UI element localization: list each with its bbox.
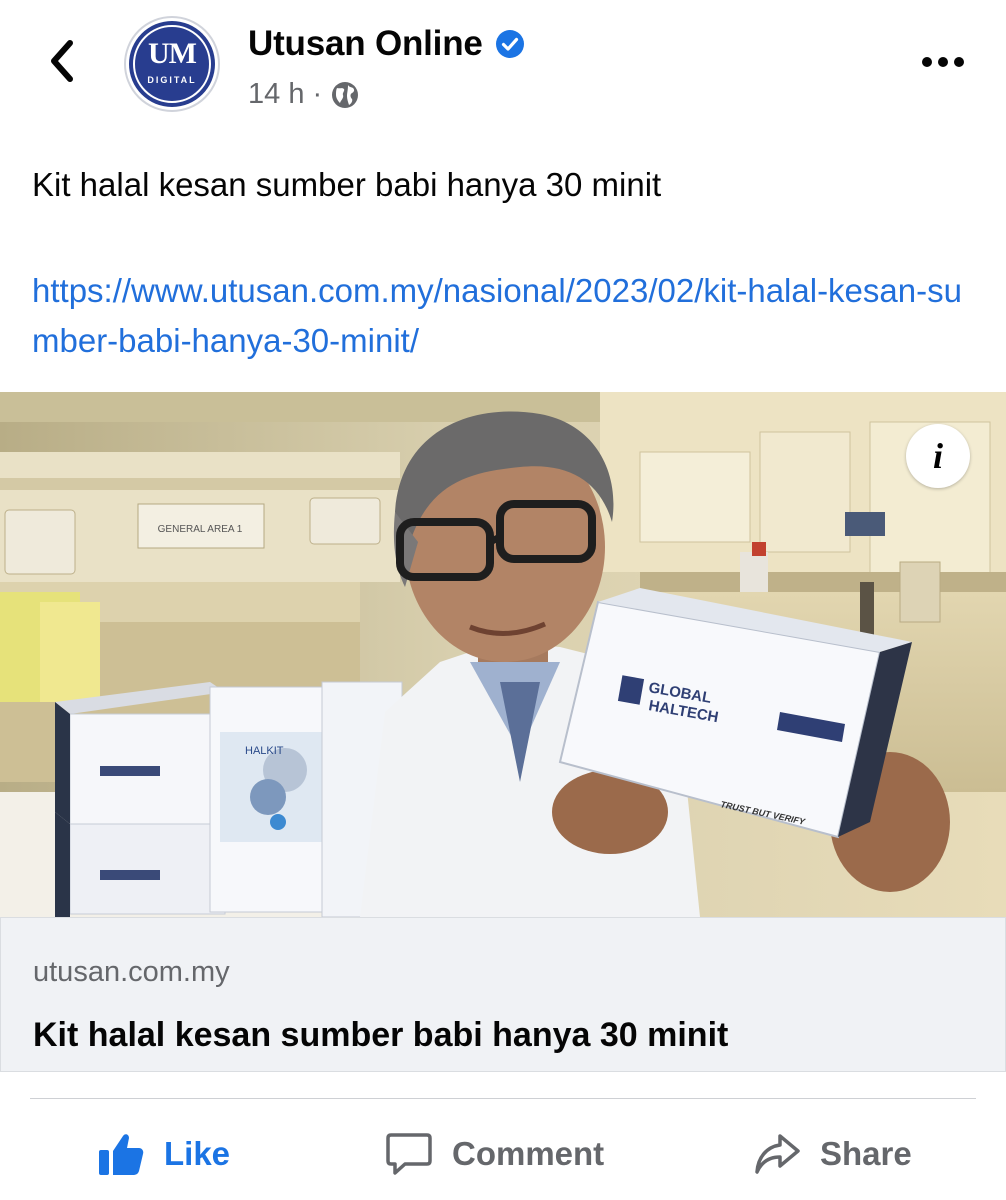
post-header: UM DIGITAL Utusan Online 14 h · <box>0 0 1006 150</box>
page-name[interactable]: Utusan Online <box>248 24 483 64</box>
globe-icon <box>332 81 359 108</box>
post-actions-bar: Like Comment Share <box>0 1110 1006 1198</box>
share-label: Share <box>820 1135 912 1172</box>
share-button[interactable]: Share <box>754 1110 912 1198</box>
link-title: Kit halal kesan sumber babi hanya 30 min… <box>33 1016 729 1054</box>
page-name-row: Utusan Online <box>248 24 525 64</box>
post-time[interactable]: 14 h <box>248 78 304 111</box>
like-label: Like <box>164 1135 231 1172</box>
post-photo[interactable]: GENERAL AREA 1 HALKIT GLOBAL HALTECH TRU… <box>0 392 1006 917</box>
link-preview-card[interactable]: utusan.com.my Kit halal kesan sumber bab… <box>0 917 1006 1072</box>
post-text: Kit halal kesan sumber babi hanya 30 min… <box>32 166 662 203</box>
info-button[interactable]: i <box>906 424 970 488</box>
back-button[interactable] <box>38 38 84 84</box>
verified-badge-icon <box>495 30 524 58</box>
small-box-label: HALKIT <box>245 745 284 757</box>
kit-boxes-left: HALKIT <box>55 681 403 917</box>
more-options-button[interactable] <box>918 42 968 82</box>
comment-label: Comment <box>452 1135 605 1172</box>
post-link[interactable]: https://www.utusan.com.my/nasional/2023/… <box>32 266 962 366</box>
thumbs-up-icon <box>99 1134 144 1175</box>
comment-bubble-icon <box>386 1133 432 1175</box>
lab-scene-illustration: GENERAL AREA 1 HALKIT GLOBAL HALTECH TRU… <box>0 392 1006 917</box>
logo-ring <box>133 25 211 103</box>
actions-divider <box>30 1098 976 1099</box>
more-horizontal-icon <box>922 57 964 67</box>
link-domain: utusan.com.my <box>33 956 230 988</box>
share-arrow-icon <box>755 1134 800 1174</box>
um-digital-logo: UM DIGITAL <box>129 21 215 107</box>
post-meta: 14 h · <box>248 78 360 111</box>
meta-separator: · <box>312 78 323 110</box>
like-button[interactable]: Like <box>98 1110 230 1198</box>
chevron-left-icon <box>51 40 73 82</box>
page-avatar[interactable]: UM DIGITAL <box>124 16 220 112</box>
comment-button[interactable]: Comment <box>386 1110 604 1198</box>
board-label: GENERAL AREA 1 <box>158 524 243 535</box>
